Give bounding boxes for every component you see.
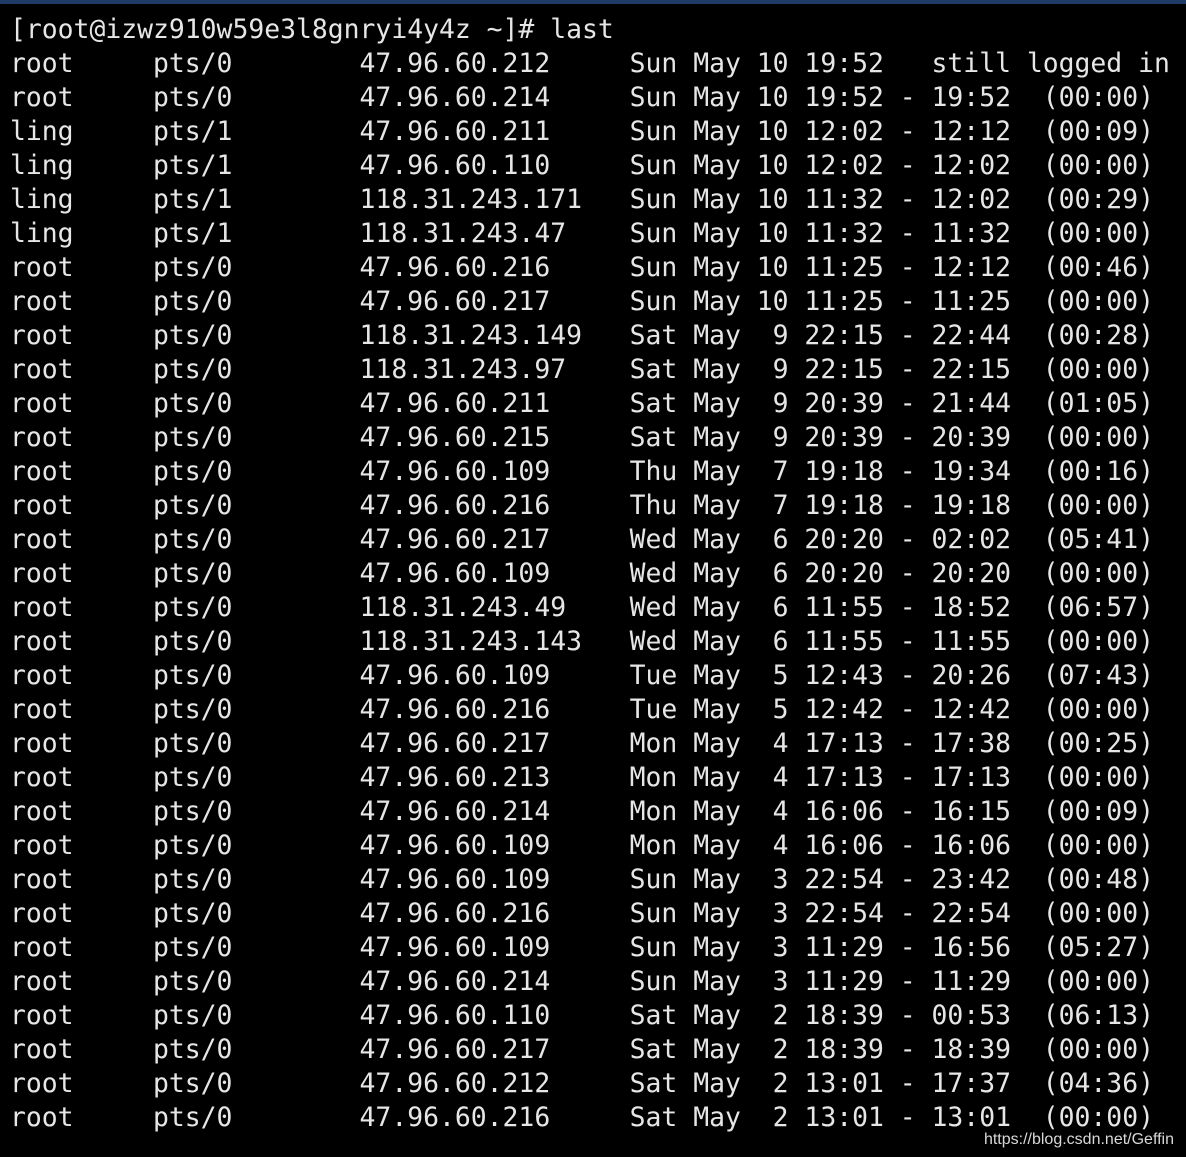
login-record-row: root pts/0 47.96.60.215 Sat May 9 20:39 …	[10, 422, 1154, 453]
login-record-row: root pts/0 47.96.60.109 Sun May 3 22:54 …	[10, 864, 1154, 895]
login-record-row: root pts/0 47.96.60.216 Sat May 2 13:01 …	[10, 1102, 1154, 1133]
login-record-row: root pts/0 47.96.60.216 Thu May 7 19:18 …	[10, 490, 1154, 521]
login-record-row: ling pts/1 47.96.60.211 Sun May 10 12:02…	[10, 116, 1154, 147]
login-record-row: root pts/0 47.96.60.217 Wed May 6 20:20 …	[10, 524, 1154, 555]
login-record-row: root pts/0 118.31.243.149 Sat May 9 22:1…	[10, 320, 1154, 351]
login-record-row: ling pts/1 118.31.243.171 Sun May 10 11:…	[10, 184, 1154, 215]
login-record-row: root pts/0 47.96.60.217 Mon May 4 17:13 …	[10, 728, 1154, 759]
watermark: https://blog.csdn.net/Geffin	[983, 1131, 1174, 1148]
login-record-row: root pts/0 47.96.60.109 Mon May 4 16:06 …	[10, 830, 1154, 861]
login-record-row: root pts/0 118.31.243.97 Sat May 9 22:15…	[10, 354, 1154, 385]
login-record-row: root pts/0 47.96.60.214 Sun May 3 11:29 …	[10, 966, 1154, 997]
login-record-row: root pts/0 47.96.60.217 Sat May 2 18:39 …	[10, 1034, 1154, 1065]
login-record-row: root pts/0 118.31.243.143 Wed May 6 11:5…	[10, 626, 1154, 657]
login-record-row: ling pts/1 118.31.243.47 Sun May 10 11:3…	[10, 218, 1154, 249]
login-record-row: root pts/0 47.96.60.214 Mon May 4 16:06 …	[10, 796, 1154, 827]
terminal-window[interactable]: [root@izwz910w59e3l8gnryi4y4z ~]# last r…	[0, 0, 1186, 1157]
login-record-row: root pts/0 47.96.60.216 Sun May 10 11:25…	[10, 252, 1154, 283]
login-record-row: root pts/0 47.96.60.212 Sat May 2 13:01 …	[10, 1068, 1154, 1099]
login-record-row: root pts/0 47.96.60.214 Sun May 10 19:52…	[10, 82, 1154, 113]
command-prompt-line: [root@izwz910w59e3l8gnryi4y4z ~]# last	[10, 14, 614, 45]
login-record-row: root pts/0 47.96.60.110 Sat May 2 18:39 …	[10, 1000, 1154, 1031]
last-output: root pts/0 47.96.60.212 Sun May 10 19:52…	[10, 47, 1186, 1135]
login-record-row: root pts/0 47.96.60.109 Thu May 7 19:18 …	[10, 456, 1154, 487]
login-record-row: root pts/0 47.96.60.211 Sat May 9 20:39 …	[10, 388, 1154, 419]
login-record-row: root pts/0 47.96.60.109 Wed May 6 20:20 …	[10, 558, 1154, 589]
login-record-row: root pts/0 47.96.60.216 Tue May 5 12:42 …	[10, 694, 1154, 725]
login-record-row: root pts/0 47.96.60.109 Sun May 3 11:29 …	[10, 932, 1154, 963]
window-top-border	[0, 0, 1186, 4]
login-record-row: root pts/0 47.96.60.109 Tue May 5 12:43 …	[10, 660, 1154, 691]
login-record-row: root pts/0 47.96.60.216 Sun May 3 22:54 …	[10, 898, 1154, 929]
login-record-row: ling pts/1 47.96.60.110 Sun May 10 12:02…	[10, 150, 1154, 181]
login-record-row: root pts/0 118.31.243.49 Wed May 6 11:55…	[10, 592, 1154, 623]
login-record-row: root pts/0 47.96.60.213 Mon May 4 17:13 …	[10, 762, 1154, 793]
login-record-row: root pts/0 47.96.60.217 Sun May 10 11:25…	[10, 286, 1154, 317]
login-record-row: root pts/0 47.96.60.212 Sun May 10 19:52…	[10, 48, 1170, 79]
